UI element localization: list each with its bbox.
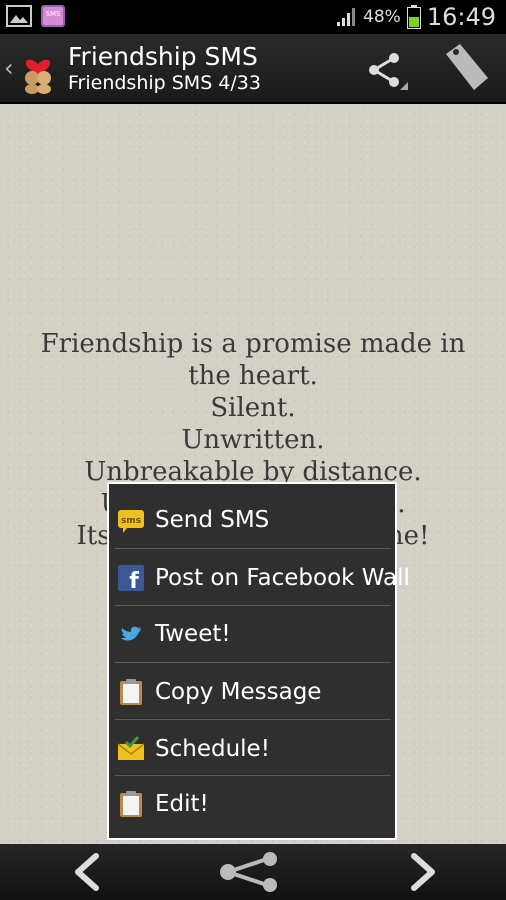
- svg-text:f: f: [129, 569, 139, 592]
- clipboard-icon: [120, 679, 142, 705]
- menu-item-copy-message[interactable]: Copy Message: [109, 664, 395, 720]
- menu-item-label: Tweet!: [155, 621, 231, 647]
- menu-item-tweet[interactable]: Tweet!: [109, 606, 395, 662]
- page-subtitle: Friendship SMS 4/33: [68, 72, 261, 94]
- svg-text:sms: sms: [121, 516, 141, 526]
- share-action-button[interactable]: [360, 42, 414, 94]
- menu-item-schedule[interactable]: Schedule!: [109, 721, 395, 777]
- gallery-notification-icon: [6, 5, 32, 27]
- menu-item-label: Send SMS: [155, 507, 270, 533]
- signal-icon: [337, 8, 356, 26]
- sms-icon: sms: [118, 510, 144, 533]
- battery-icon: [406, 5, 421, 29]
- clock: 16:49: [426, 3, 496, 31]
- action-bar: ‹ Friendship SMS Friendship SMS 4/33: [0, 34, 506, 104]
- menu-item-label: Schedule!: [155, 736, 270, 762]
- bottom-navigation-bar: [0, 844, 506, 900]
- menu-divider: [115, 719, 391, 720]
- previous-button[interactable]: [56, 852, 116, 892]
- message-line: Friendship is a promise made in: [40, 329, 466, 359]
- facebook-icon: f: [118, 565, 144, 592]
- clipboard-icon: [120, 791, 142, 817]
- menu-divider: [115, 662, 391, 663]
- svg-text:SMS: SMS: [46, 10, 61, 18]
- up-navigation-button[interactable]: ‹: [0, 34, 62, 102]
- share-button[interactable]: [216, 852, 282, 892]
- menu-item-label: Edit!: [155, 791, 209, 817]
- message-line: the heart.: [188, 361, 318, 391]
- tag-action-button[interactable]: [436, 40, 494, 96]
- share-menu: sms Send SMS f Post on Facebook Wall Twe…: [107, 482, 410, 840]
- app-logo-icon: [25, 59, 51, 94]
- message-line: Silent.: [210, 393, 296, 423]
- menu-item-send-sms[interactable]: sms Send SMS: [109, 492, 395, 548]
- menu-item-label: Copy Message: [155, 679, 322, 705]
- status-bar: SMS 48% 16:49: [0, 0, 506, 34]
- page-title: Friendship SMS: [68, 42, 258, 71]
- sms-app-notification-icon: SMS: [41, 5, 65, 27]
- envelope-check-icon: [117, 736, 145, 760]
- chevron-left-icon: ‹: [4, 54, 14, 82]
- next-button[interactable]: [394, 852, 454, 892]
- battery-percent: 48%: [363, 7, 401, 27]
- message-line: Unwritten.: [181, 425, 325, 455]
- menu-item-label: Post on Facebook Wall: [155, 565, 410, 591]
- menu-item-edit[interactable]: Edit!: [109, 776, 395, 832]
- menu-divider: [115, 548, 391, 549]
- twitter-icon: [121, 626, 142, 641]
- menu-item-post-facebook[interactable]: f Post on Facebook Wall: [109, 550, 410, 606]
